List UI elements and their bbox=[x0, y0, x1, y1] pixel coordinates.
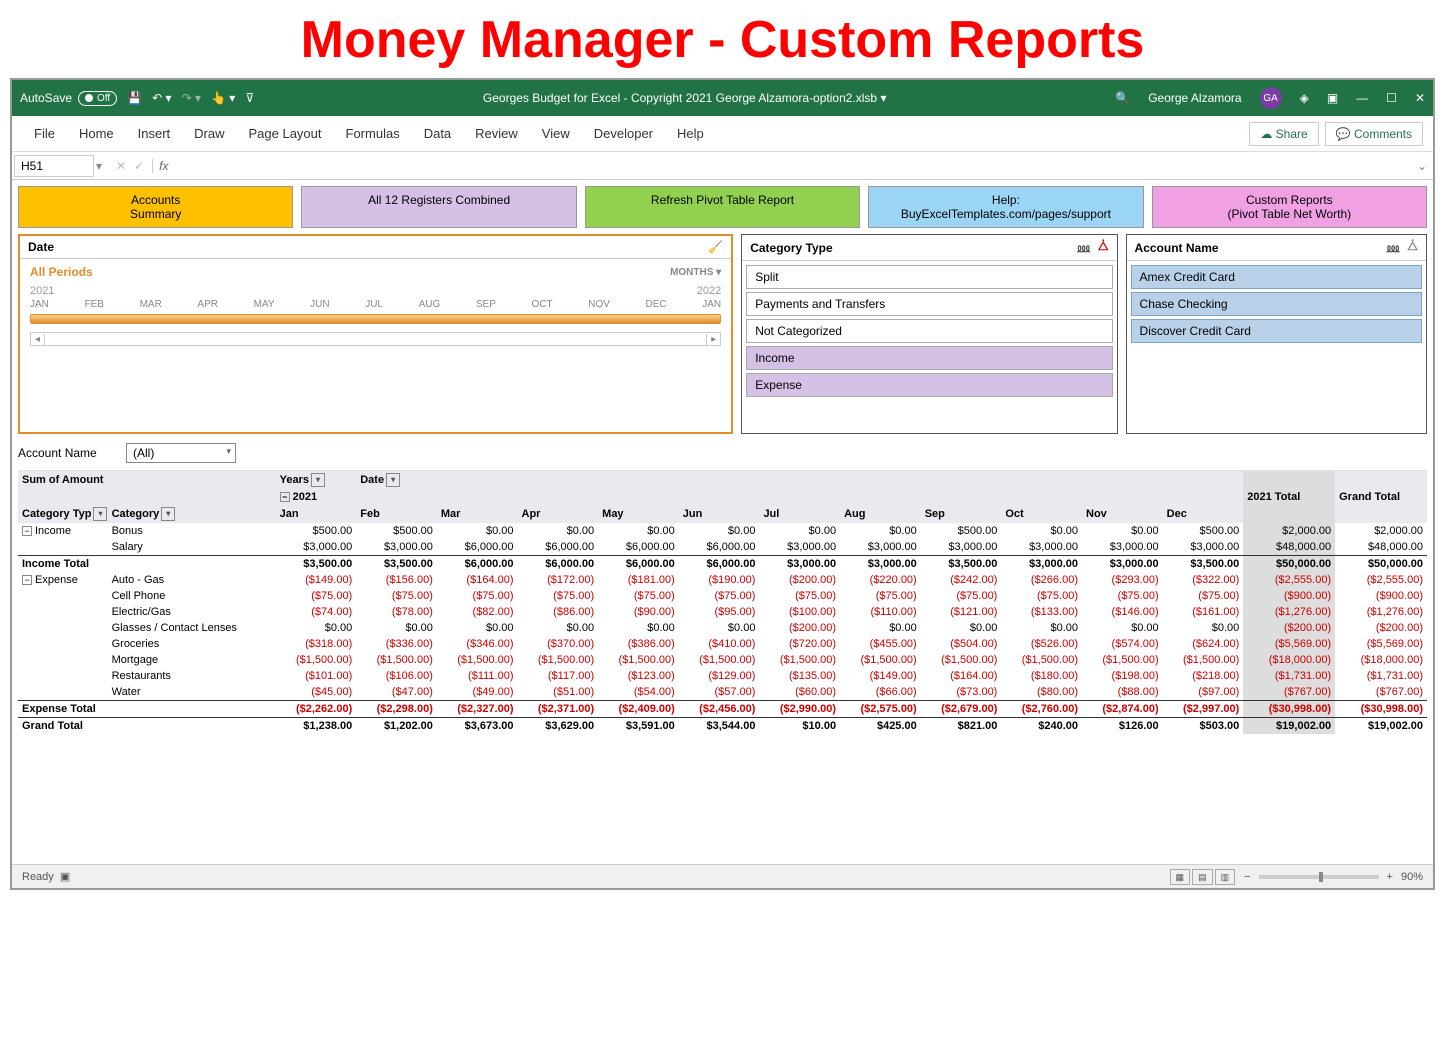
clear-filter-icon[interactable]: ⧊ bbox=[1098, 239, 1109, 256]
timeline-bar[interactable] bbox=[30, 314, 721, 324]
category-type-slicer[interactable]: Category Type⅏⧊ SplitPayments and Transf… bbox=[741, 234, 1117, 434]
accounts-summary-button[interactable]: Accounts Summary bbox=[18, 186, 293, 228]
maximize-icon[interactable]: ☐ bbox=[1386, 91, 1397, 105]
pivot-filter-row: Account Name (All) bbox=[18, 440, 1427, 466]
premium-icon[interactable]: ◈ bbox=[1300, 91, 1309, 105]
user-avatar[interactable]: GA bbox=[1260, 87, 1282, 109]
account-filter-dropdown[interactable]: (All) bbox=[126, 443, 236, 463]
help-button[interactable]: Help: BuyExcelTemplates.com/pages/suppor… bbox=[868, 186, 1143, 228]
normal-view-icon[interactable]: ▦ bbox=[1170, 869, 1191, 885]
zoom-slider[interactable] bbox=[1259, 875, 1379, 879]
excel-window: AutoSave Off 💾 ↶ ▾ ↷ ▾ 👆 ▾ ⊽ Georges Bud… bbox=[10, 78, 1435, 890]
save-icon[interactable]: 💾 bbox=[127, 91, 142, 105]
page-break-view-icon[interactable]: ▥ bbox=[1215, 869, 1236, 885]
zoom-in-button[interactable]: + bbox=[1387, 871, 1393, 883]
ribbon-display-icon[interactable]: ▣ bbox=[1327, 91, 1338, 105]
custom-reports-button[interactable]: Custom Reports (Pivot Table Net Worth) bbox=[1152, 186, 1427, 228]
search-icon[interactable]: 🔍 bbox=[1115, 91, 1130, 105]
page-title: Money Manager - Custom Reports bbox=[0, 0, 1445, 78]
ribbon-tabs: File Home Insert Draw Page Layout Formul… bbox=[12, 116, 1433, 152]
user-name[interactable]: George Alzamora bbox=[1148, 91, 1241, 105]
slicer-item[interactable]: Not Categorized bbox=[746, 319, 1112, 343]
quick-access-toolbar: 💾 ↶ ▾ ↷ ▾ 👆 ▾ ⊽ bbox=[127, 91, 254, 105]
pivot-table[interactable]: Sum of AmountYears▾Date▾−20212021 TotalG… bbox=[18, 471, 1427, 734]
tab-home[interactable]: Home bbox=[67, 118, 126, 149]
tab-draw[interactable]: Draw bbox=[182, 118, 236, 149]
tab-page-layout[interactable]: Page Layout bbox=[237, 118, 334, 149]
date-slicer[interactable]: Date🧹 All PeriodsMONTHS ▾ 20212022 JANFE… bbox=[18, 234, 733, 434]
slicer-item[interactable]: Expense bbox=[746, 373, 1112, 397]
name-box-dropdown-icon[interactable]: ▾ bbox=[96, 159, 108, 173]
title-bar: AutoSave Off 💾 ↶ ▾ ↷ ▾ 👆 ▾ ⊽ Georges Bud… bbox=[12, 80, 1433, 116]
slicer-row: Date🧹 All PeriodsMONTHS ▾ 20212022 JANFE… bbox=[12, 234, 1433, 440]
slicer-item[interactable]: Payments and Transfers bbox=[746, 292, 1112, 316]
tab-data[interactable]: Data bbox=[412, 118, 463, 149]
formula-expand-icon[interactable]: ⌄ bbox=[1417, 159, 1433, 173]
tab-formulas[interactable]: Formulas bbox=[334, 118, 412, 149]
undo-icon[interactable]: ↶ ▾ bbox=[152, 91, 171, 105]
page-layout-view-icon[interactable]: ▤ bbox=[1192, 869, 1213, 885]
redo-icon[interactable]: ↷ ▾ bbox=[182, 91, 201, 105]
autosave-toggle[interactable]: AutoSave Off bbox=[20, 91, 117, 106]
date-slicer-clear-icon[interactable]: 🧹 bbox=[708, 240, 723, 254]
formula-bar: ▾ ✕ ✓ fx ⌄ bbox=[12, 152, 1433, 180]
action-buttons: Accounts Summary All 12 Registers Combin… bbox=[12, 180, 1433, 234]
slicer-item[interactable]: Discover Credit Card bbox=[1131, 319, 1422, 343]
zoom-level[interactable]: 90% bbox=[1401, 871, 1423, 883]
slicer-item[interactable]: Split bbox=[746, 265, 1112, 289]
touch-icon[interactable]: 👆 ▾ bbox=[211, 91, 235, 105]
tab-help[interactable]: Help bbox=[665, 118, 716, 149]
account-name-slicer[interactable]: Account Name⅏⧊ Amex Credit CardChase Che… bbox=[1126, 234, 1427, 434]
enter-icon[interactable]: ✓ bbox=[134, 159, 144, 173]
multi-select-icon[interactable]: ⅏ bbox=[1387, 239, 1399, 256]
macro-icon[interactable]: ▣ bbox=[60, 871, 70, 883]
name-box[interactable] bbox=[14, 155, 94, 177]
registers-button[interactable]: All 12 Registers Combined bbox=[301, 186, 576, 228]
qat-customize-icon[interactable]: ⊽ bbox=[245, 91, 254, 105]
tab-file[interactable]: File bbox=[22, 118, 67, 149]
zoom-out-button[interactable]: − bbox=[1244, 871, 1250, 883]
minimize-icon[interactable]: — bbox=[1356, 91, 1368, 105]
refresh-button[interactable]: Refresh Pivot Table Report bbox=[585, 186, 860, 228]
tab-developer[interactable]: Developer bbox=[582, 118, 665, 149]
comments-button[interactable]: 💬 Comments bbox=[1325, 122, 1423, 146]
slicer-item[interactable]: Amex Credit Card bbox=[1131, 265, 1422, 289]
tab-review[interactable]: Review bbox=[463, 118, 530, 149]
fx-icon[interactable]: fx bbox=[152, 159, 174, 173]
tab-view[interactable]: View bbox=[530, 118, 582, 149]
close-icon[interactable]: ✕ bbox=[1415, 91, 1425, 105]
share-button[interactable]: ☁ Share bbox=[1249, 122, 1318, 146]
slicer-item[interactable]: Income bbox=[746, 346, 1112, 370]
multi-select-icon[interactable]: ⅏ bbox=[1077, 239, 1089, 256]
file-name[interactable]: Georges Budget for Excel - Copyright 202… bbox=[254, 91, 1115, 105]
clear-filter-icon[interactable]: ⧊ bbox=[1407, 239, 1418, 256]
tab-insert[interactable]: Insert bbox=[126, 118, 183, 149]
timeline-scrollbar[interactable]: ◂▸ bbox=[30, 332, 721, 346]
cancel-icon[interactable]: ✕ bbox=[116, 159, 126, 173]
status-bar: Ready ▣ ▦▤▥ − + 90% bbox=[12, 864, 1433, 888]
slicer-item[interactable]: Chase Checking bbox=[1131, 292, 1422, 316]
